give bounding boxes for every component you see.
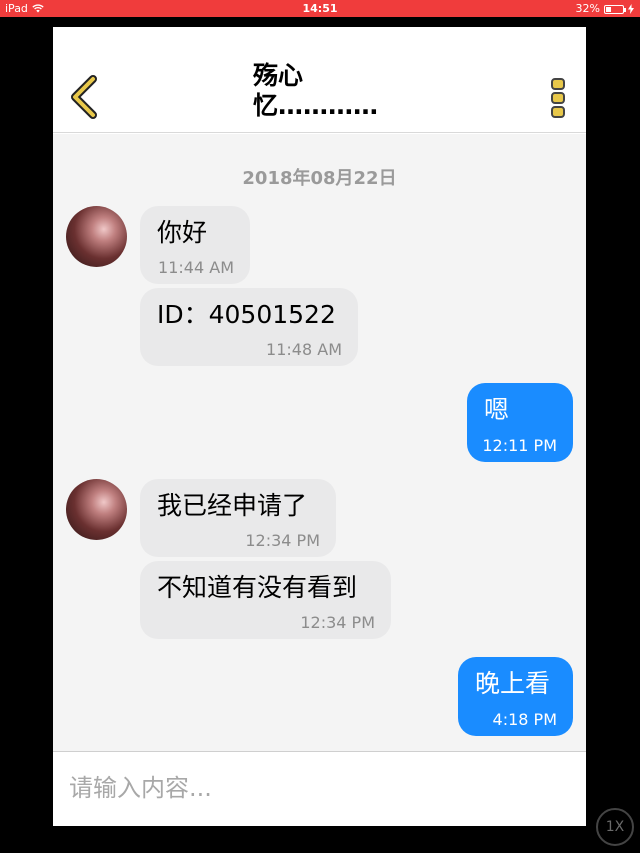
message-text: 我已经申请了	[157, 491, 308, 520]
composer-bar	[53, 751, 586, 826]
more-menu-icon[interactable]	[550, 75, 566, 119]
message-time: 12:34 PM	[245, 531, 320, 550]
message-time: 12:11 PM	[482, 436, 557, 455]
message-input[interactable]	[69, 768, 569, 808]
message-bubble-incoming[interactable]: 不知道有没有看到 12:34 PM	[140, 561, 391, 639]
contact-avatar[interactable]	[66, 206, 127, 267]
message-text: 晚上看	[475, 669, 551, 698]
message-time: 4:18 PM	[492, 710, 557, 729]
date-separator: 2018年08月22日	[242, 168, 397, 189]
back-chevron-icon[interactable]	[67, 75, 103, 119]
message-text: 你好	[157, 218, 208, 247]
message-time: 12:34 PM	[300, 613, 375, 632]
playback-speed-button[interactable]: 1X	[596, 808, 634, 846]
status-right: 32%	[576, 0, 634, 17]
navigation-bar: 殇心忆…………	[53, 27, 586, 133]
battery-icon	[604, 4, 626, 14]
message-text: ID：40501522	[157, 300, 336, 329]
charging-icon	[628, 3, 634, 14]
message-bubble-outgoing[interactable]: 嗯 12:11 PM	[467, 383, 573, 462]
message-text: 不知道有没有看到	[157, 573, 358, 602]
chat-title: 殇心忆…………	[253, 61, 379, 120]
contact-avatar[interactable]	[66, 479, 127, 540]
message-bubble-incoming[interactable]: 你好 11:44 AM	[140, 206, 250, 284]
message-time: 11:44 AM	[158, 258, 234, 277]
message-text: 嗯	[484, 395, 510, 424]
battery-percent: 32%	[575, 2, 600, 15]
message-bubble-outgoing[interactable]: 晚上看 4:18 PM	[458, 657, 573, 736]
message-bubble-incoming[interactable]: 我已经申请了 12:34 PM	[140, 479, 336, 557]
status-bar: iPad 14:51 32%	[0, 0, 640, 17]
chat-window: 殇心忆………… 2018年08月22日 你好 11:44 AM ID：40501…	[53, 27, 586, 826]
message-bubble-incoming[interactable]: ID：40501522 11:48 AM	[140, 288, 358, 366]
message-time: 11:48 AM	[266, 340, 342, 359]
message-list[interactable]: 2018年08月22日 你好 11:44 AM ID：40501522 11:4…	[53, 134, 586, 751]
status-time: 14:51	[302, 2, 338, 15]
